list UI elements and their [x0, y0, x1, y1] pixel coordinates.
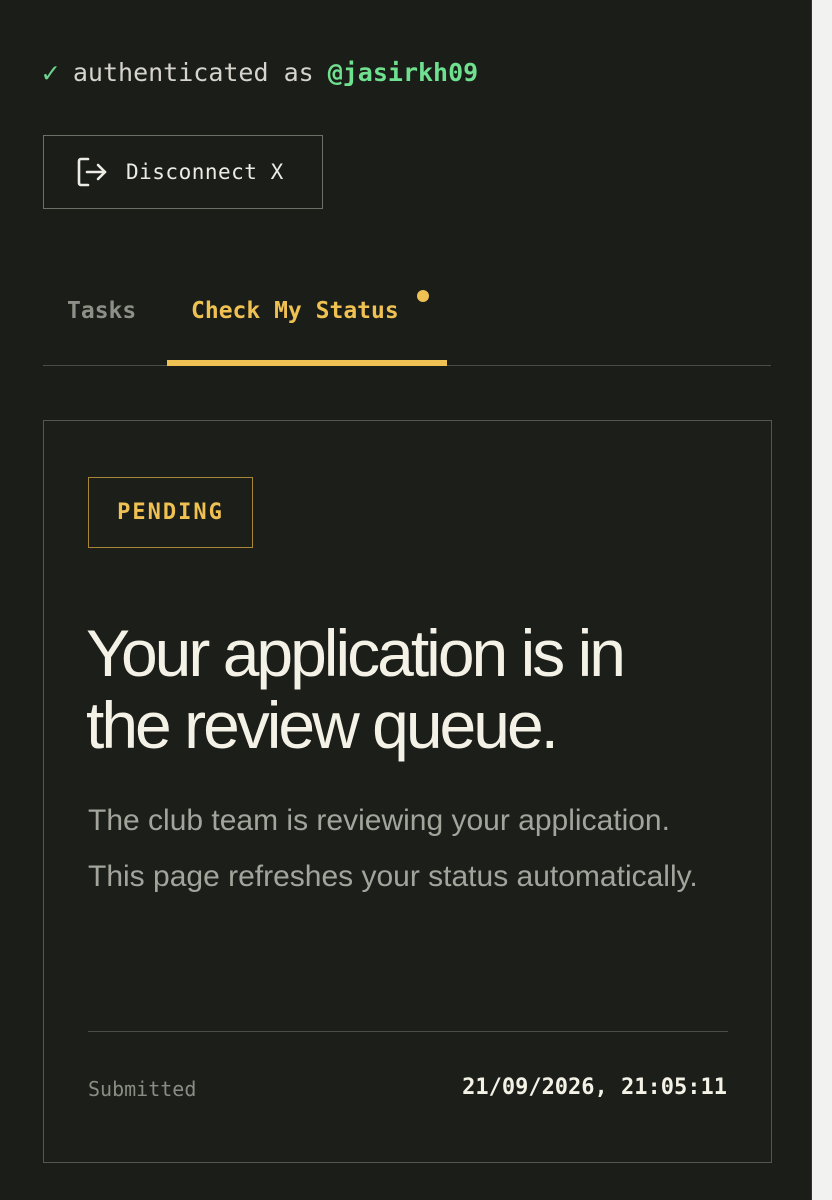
status-headline: Your application is in the review queue.: [86, 617, 726, 761]
disconnect-label: Disconnect X: [126, 160, 284, 184]
notification-dot: [417, 290, 429, 302]
auth-username: @jasirkh09: [327, 58, 479, 87]
submitted-timestamp: 21/09/2026, 21:05:11: [462, 1075, 727, 1100]
tab-bar: Tasks Check My Status: [43, 290, 771, 366]
status-description: The club team is reviewing your applicat…: [88, 804, 698, 893]
tab-tasks[interactable]: Tasks: [67, 290, 136, 366]
card-divider: [88, 1031, 728, 1032]
tab-check-my-status[interactable]: Check My Status: [191, 290, 399, 366]
app-panel: ✓ authenticated as @jasirkh09 Disconnect…: [0, 0, 812, 1200]
status-card: PENDING Your application is in the revie…: [43, 420, 772, 1163]
check-icon: ✓: [42, 56, 59, 89]
headline-line-1: Your application is in: [86, 616, 626, 690]
disconnect-button[interactable]: Disconnect X: [43, 135, 323, 209]
active-tab-indicator: [167, 360, 447, 366]
window-edge: [812, 0, 832, 1200]
status-badge: PENDING: [88, 477, 253, 548]
submitted-label: Submitted: [88, 1077, 197, 1101]
auth-status: ✓ authenticated as @jasirkh09: [42, 56, 478, 89]
headline-line-2: the review queue.: [86, 688, 559, 762]
auth-prefix: authenticated as: [72, 58, 314, 87]
logout-icon: [77, 157, 107, 187]
